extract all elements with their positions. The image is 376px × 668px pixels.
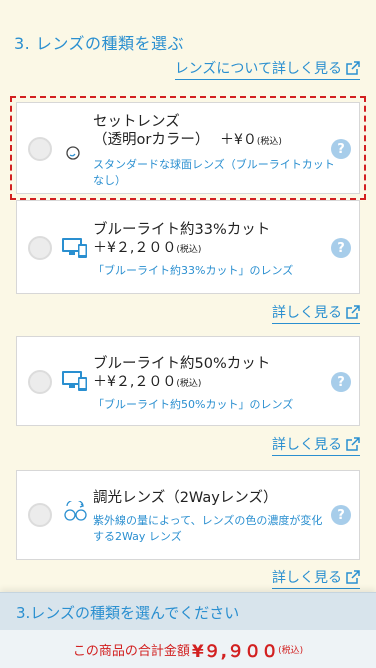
detail-link-bluelight-33[interactable]: 詳しく見る xyxy=(272,302,360,324)
card-price: ＋¥０ xyxy=(219,132,257,148)
card-subtitle: （透明orカラー） xyxy=(93,132,210,148)
total-tax: (税込) xyxy=(278,645,304,656)
lens-icon xyxy=(66,146,80,160)
selection-prompt: 3.レンズの種類を選んでください xyxy=(16,604,240,622)
radio-button[interactable] xyxy=(28,236,52,260)
card-tax: (税込) xyxy=(256,137,282,147)
card-title: 調光レンズ（2Wayレンズ） xyxy=(93,490,278,506)
external-link-icon xyxy=(346,305,360,319)
detail-link-photochromic[interactable]: 詳しく見る xyxy=(272,567,360,589)
total-value: ¥９,９００ xyxy=(191,641,279,662)
external-link-icon xyxy=(346,437,360,451)
card-title: ブルーライト約33%カット xyxy=(93,222,271,238)
total-label: この商品の合計金額 xyxy=(72,643,190,659)
detail-link-bluelight-50[interactable]: 詳しく見る xyxy=(272,434,360,456)
devices-icon xyxy=(62,238,87,258)
help-icon[interactable]: ? xyxy=(331,238,351,258)
photochromic-icon xyxy=(64,501,87,521)
external-link-icon xyxy=(346,61,360,75)
radio-button[interactable] xyxy=(28,137,52,161)
external-link-icon xyxy=(346,570,360,584)
help-icon[interactable]: ? xyxy=(331,139,351,159)
lens-option-bluelight-33[interactable]: ブルーライト約33%カット ＋¥２,２００(税込) 「ブルーライト約33%カット… xyxy=(16,200,360,294)
radio-button[interactable] xyxy=(28,503,52,527)
lens-info-link[interactable]: レンズについて詳しく見る xyxy=(174,58,360,80)
card-description-2: なし） xyxy=(93,174,126,187)
card-price: ＋¥２,２００ xyxy=(93,374,177,390)
detail-link-label: 詳しく見る xyxy=(272,305,342,321)
card-title: セットレンズ xyxy=(93,114,180,130)
lens-option-set[interactable]: セットレンズ （透明orカラー） ＋¥０(税込) スタンダードな球面レンズ（ブル… xyxy=(10,96,366,200)
detail-link-label: 詳しく見る xyxy=(272,437,342,453)
section-title: 3. レンズの種類を選ぶ xyxy=(14,34,185,53)
lens-info-link-label: レンズについて詳しく見る xyxy=(174,61,342,77)
help-icon[interactable]: ? xyxy=(331,505,351,525)
lens-option-bluelight-50[interactable]: ブルーライト約50%カット ＋¥２,２００(税込) 「ブルーライト約50%カット… xyxy=(16,336,360,426)
selection-prompt-bar: 3.レンズの種類を選んでください xyxy=(0,592,376,630)
radio-button[interactable] xyxy=(28,370,52,394)
detail-link-label: 詳しく見る xyxy=(272,570,342,586)
lens-option-photochromic[interactable]: 調光レンズ（2Wayレンズ） 紫外線の量によって、レンズの色の濃度が変化 する2… xyxy=(16,470,360,560)
total-price-bar: この商品の合計金額 ¥９,９００ (税込) xyxy=(0,630,376,668)
card-description-2: する2Way レンズ xyxy=(93,530,182,543)
card-tax: (税込) xyxy=(176,245,202,255)
card-description: 「ブルーライト約50%カット」のレンズ xyxy=(93,398,294,411)
card-tax: (税込) xyxy=(176,379,202,389)
card-description: 「ブルーライト約33%カット」のレンズ xyxy=(93,264,294,277)
help-icon[interactable]: ? xyxy=(331,372,351,392)
card-price: ＋¥２,２００ xyxy=(93,240,177,256)
card-description: 紫外線の量によって、レンズの色の濃度が変化 xyxy=(93,514,323,527)
devices-icon xyxy=(62,371,87,391)
card-title: ブルーライト約50%カット xyxy=(93,356,271,372)
card-description: スタンダードな球面レンズ（ブルーライトカット xyxy=(93,158,335,171)
